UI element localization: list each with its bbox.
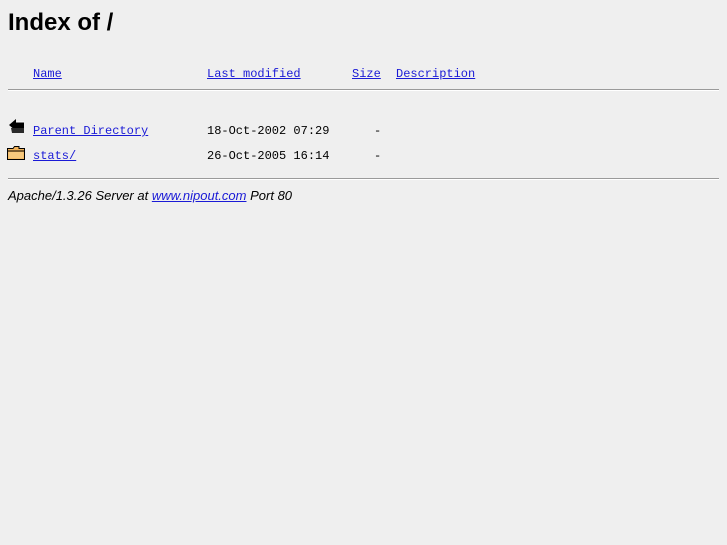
sort-by-last-modified-link[interactable]: Last modified <box>207 67 301 81</box>
header-divider <box>8 89 719 91</box>
size-value: - <box>374 149 382 163</box>
size-value: - <box>374 124 382 138</box>
sort-by-description-link[interactable]: Description <box>396 67 475 81</box>
back-arrow-icon[interactable] <box>7 116 27 136</box>
sort-by-name-link[interactable]: Name <box>33 67 62 81</box>
folder-icon[interactable] <box>6 143 26 163</box>
last-modified-value: 18-Oct-2002 07:29 <box>207 124 330 138</box>
server-signature: Apache/1.3.26 Server at www.nipout.com P… <box>8 188 292 203</box>
sort-by-size-link[interactable]: Size <box>352 67 381 81</box>
footer-divider <box>8 178 719 180</box>
server-version: Apache/1.3.26 Server at <box>8 188 149 203</box>
parent-directory-link[interactable]: Parent Directory <box>33 124 148 138</box>
server-host-link[interactable]: www.nipout.com <box>152 188 247 203</box>
page-title: Index of / <box>8 9 114 36</box>
stats-folder-link[interactable]: stats/ <box>33 149 76 163</box>
server-port: Port 80 <box>250 188 293 203</box>
last-modified-value: 26-Oct-2005 16:14 <box>207 149 330 163</box>
